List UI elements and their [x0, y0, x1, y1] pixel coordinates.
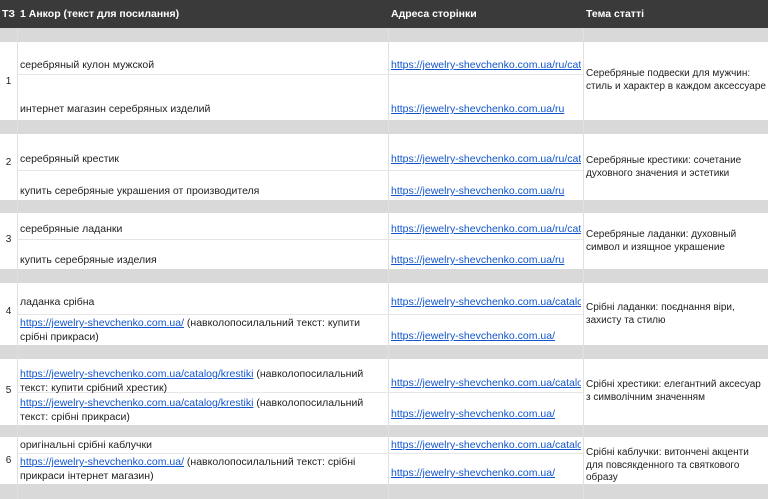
- anchor-text[interactable]: https://jewelry-shevchenko.com.ua/ (навк…: [20, 316, 384, 344]
- page-url-link[interactable]: https://jewelry-shevchenko.com.ua/: [391, 466, 581, 480]
- anchor-text[interactable]: оригінальні срібні каблучки: [20, 438, 386, 452]
- header-col-url[interactable]: Адреса сторінки: [391, 0, 581, 28]
- page-url-link[interactable]: https://jewelry-shevchenko.com.ua/catalo…: [391, 376, 581, 390]
- article-topic[interactable]: Серебряные подвески для мужчин: стиль и …: [586, 68, 766, 93]
- anchor-text[interactable]: серебряный кулон мужской: [20, 58, 386, 72]
- anchor-text[interactable]: https://jewelry-shevchenko.com.ua/catalo…: [20, 367, 384, 395]
- anchor-link[interactable]: https://jewelry-shevchenko.com.ua/: [20, 317, 184, 329]
- row-number: 3: [5, 234, 12, 245]
- page-url-link[interactable]: https://jewelry-shevchenko.com.ua/ru: [391, 184, 581, 198]
- header-col-anchor[interactable]: 1 Анкор (текст для посилання): [20, 0, 386, 28]
- row-number: 6: [5, 455, 12, 466]
- separator-row: [0, 200, 768, 213]
- page-url-link[interactable]: https://jewelry-shevchenko.com.ua/catalo…: [391, 295, 581, 309]
- page-url-link[interactable]: https://jewelry-shevchenko.com.ua/ru: [391, 102, 581, 116]
- spreadsheet: ТЗ 1 Анкор (текст для посилання) Адреса …: [0, 0, 768, 499]
- anchor-text[interactable]: https://jewelry-shevchenko.com.ua/catalo…: [20, 396, 384, 424]
- separator-row: [0, 425, 768, 437]
- anchor-text[interactable]: серебряные ладанки: [20, 222, 386, 236]
- grid-line: [17, 239, 583, 240]
- article-topic[interactable]: Срібні ладанки: поєднання віри, захисту …: [586, 302, 766, 327]
- grid-line: [388, 28, 389, 499]
- article-topic[interactable]: Срібні хрестики: елегантний аксесуар з с…: [586, 379, 766, 404]
- page-url-link[interactable]: https://jewelry-shevchenko.com.ua/catalo…: [391, 438, 581, 452]
- header-row: ТЗ 1 Анкор (текст для посилання) Адреса …: [0, 0, 768, 28]
- article-topic[interactable]: Срібні каблучки: витончені акценти для п…: [586, 447, 766, 485]
- anchor-link[interactable]: https://jewelry-shevchenko.com.ua/catalo…: [20, 397, 253, 409]
- anchor-link[interactable]: https://jewelry-shevchenko.com.ua/catalo…: [20, 368, 253, 380]
- grid-line: [17, 28, 18, 499]
- anchor-link[interactable]: https://jewelry-shevchenko.com.ua/: [20, 456, 184, 468]
- page-url-link[interactable]: https://jewelry-shevchenko.com.ua/: [391, 329, 581, 343]
- page-url-link[interactable]: https://jewelry-shevchenko.com.ua/: [391, 407, 581, 421]
- page-url-link[interactable]: https://jewelry-shevchenko.com.ua/ru/cat…: [391, 222, 581, 236]
- anchor-text[interactable]: интернет магазин серебряных изделий: [20, 102, 386, 116]
- row-number: 2: [5, 157, 12, 168]
- page-url-link[interactable]: https://jewelry-shevchenko.com.ua/ru/cat…: [391, 152, 581, 166]
- page-url-link[interactable]: https://jewelry-shevchenko.com.ua/ru: [391, 253, 581, 267]
- grid-line: [17, 170, 583, 171]
- anchor-text[interactable]: серебряный крестик: [20, 152, 386, 166]
- separator-row: [0, 269, 768, 283]
- row-number: 1: [5, 76, 12, 87]
- row-number: 5: [5, 385, 12, 396]
- separator-row: [0, 484, 768, 499]
- grid-line: [583, 28, 584, 499]
- grid-line: [17, 314, 583, 315]
- anchor-text[interactable]: https://jewelry-shevchenko.com.ua/ (навк…: [20, 455, 384, 483]
- anchor-text[interactable]: ладанка срібна: [20, 295, 386, 309]
- anchor-text[interactable]: купить серебряные изделия: [20, 253, 386, 267]
- separator-row: [0, 120, 768, 134]
- anchor-text[interactable]: купить серебряные украшения от производи…: [20, 184, 386, 198]
- page-url-link[interactable]: https://jewelry-shevchenko.com.ua/ru/cat…: [391, 58, 581, 72]
- separator-row: [0, 345, 768, 359]
- header-col-tz[interactable]: ТЗ: [2, 0, 16, 28]
- grid-line: [17, 453, 583, 454]
- article-topic[interactable]: Серебряные ладанки: духовный символ и из…: [586, 229, 766, 254]
- separator-row: [0, 28, 768, 42]
- article-topic[interactable]: Серебряные крестики: сочетание духовного…: [586, 155, 766, 180]
- header-col-topic[interactable]: Тема статті: [586, 0, 766, 28]
- row-number: 4: [5, 306, 12, 317]
- grid-line: [17, 74, 583, 75]
